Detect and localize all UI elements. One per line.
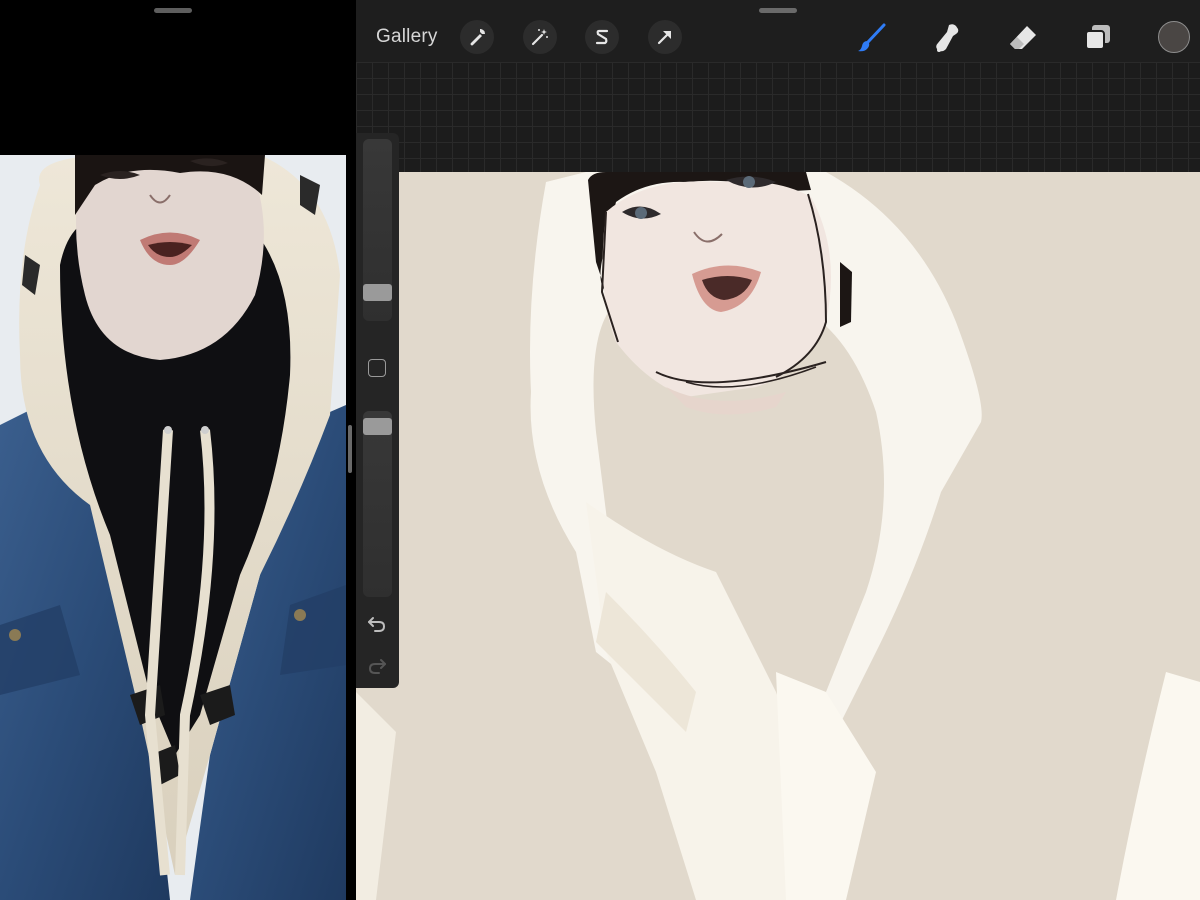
selection-button[interactable] bbox=[585, 20, 619, 54]
top-toolbar: Gallery bbox=[356, 0, 1200, 62]
modify-button[interactable] bbox=[368, 359, 386, 377]
layers-button[interactable] bbox=[1080, 20, 1116, 56]
smudge-tool-button[interactable] bbox=[929, 20, 965, 56]
brush-size-slider-thumb[interactable] bbox=[363, 284, 392, 301]
adjustments-button[interactable] bbox=[523, 20, 557, 54]
brush-tool-button[interactable] bbox=[854, 20, 890, 56]
sidebar bbox=[356, 133, 399, 688]
color-picker-button[interactable] bbox=[1158, 21, 1190, 53]
brush-size-slider[interactable] bbox=[363, 139, 392, 321]
opacity-slider[interactable] bbox=[363, 411, 392, 597]
opacity-slider-thumb[interactable] bbox=[363, 418, 392, 435]
gallery-button[interactable]: Gallery bbox=[376, 26, 438, 48]
undo-icon[interactable] bbox=[366, 613, 388, 635]
multitasking-handle[interactable] bbox=[154, 8, 192, 13]
reference-photo-pane bbox=[0, 0, 346, 900]
layers-icon bbox=[1085, 25, 1110, 50]
transform-button[interactable] bbox=[648, 20, 682, 54]
brush-icon bbox=[858, 23, 886, 52]
procreate-pane: Gallery bbox=[356, 0, 1200, 900]
multitasking-handle[interactable] bbox=[759, 8, 797, 13]
eraser-icon bbox=[1010, 26, 1036, 49]
wrench-icon bbox=[470, 29, 485, 46]
artwork-canvas[interactable] bbox=[356, 172, 1200, 900]
reference-photo bbox=[0, 155, 346, 900]
magic-wand-icon bbox=[531, 29, 548, 46]
eraser-tool-button[interactable] bbox=[1005, 20, 1041, 56]
selection-s-icon bbox=[595, 29, 609, 45]
canvas-area[interactable] bbox=[356, 62, 1200, 900]
split-view-grip[interactable] bbox=[348, 425, 352, 473]
arrow-transform-icon bbox=[657, 31, 671, 45]
redo-icon[interactable] bbox=[366, 655, 388, 677]
actions-button[interactable] bbox=[460, 20, 494, 54]
smudge-icon bbox=[936, 24, 959, 52]
